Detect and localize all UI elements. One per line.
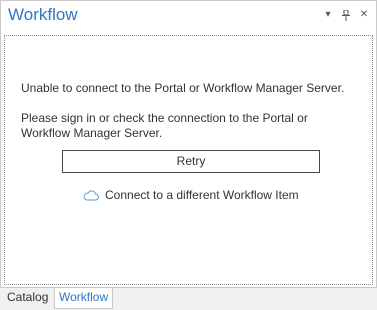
workflow-pane: Workflow ▾ ✕ Unable to connect to the Po… <box>0 0 377 288</box>
hint-message: Please sign in or check the connection t… <box>21 111 308 140</box>
error-message: Unable to connect to the Portal or Workf… <box>21 81 345 95</box>
pane-titlebar: Workflow ▾ ✕ <box>1 1 376 31</box>
pane-title: Workflow <box>8 5 78 24</box>
pin-icon[interactable] <box>340 9 352 21</box>
tab-workflow[interactable]: Workflow <box>54 288 114 309</box>
cloud-icon <box>83 189 99 200</box>
retry-button[interactable]: Retry <box>62 150 320 173</box>
tab-catalog[interactable]: Catalog <box>3 288 52 308</box>
pane-controls: ▾ ✕ <box>322 9 370 21</box>
bottom-tab-bar: Catalog Workflow <box>0 288 377 310</box>
close-icon[interactable]: ✕ <box>358 9 370 21</box>
connect-link-label: Connect to a different Workflow Item <box>105 188 299 202</box>
pane-content: Unable to connect to the Portal or Workf… <box>4 35 373 285</box>
options-menu-icon[interactable]: ▾ <box>322 9 334 21</box>
pin-icon-glyph <box>342 9 350 21</box>
connect-different-item-link[interactable]: Connect to a different Workflow Item <box>83 187 299 203</box>
